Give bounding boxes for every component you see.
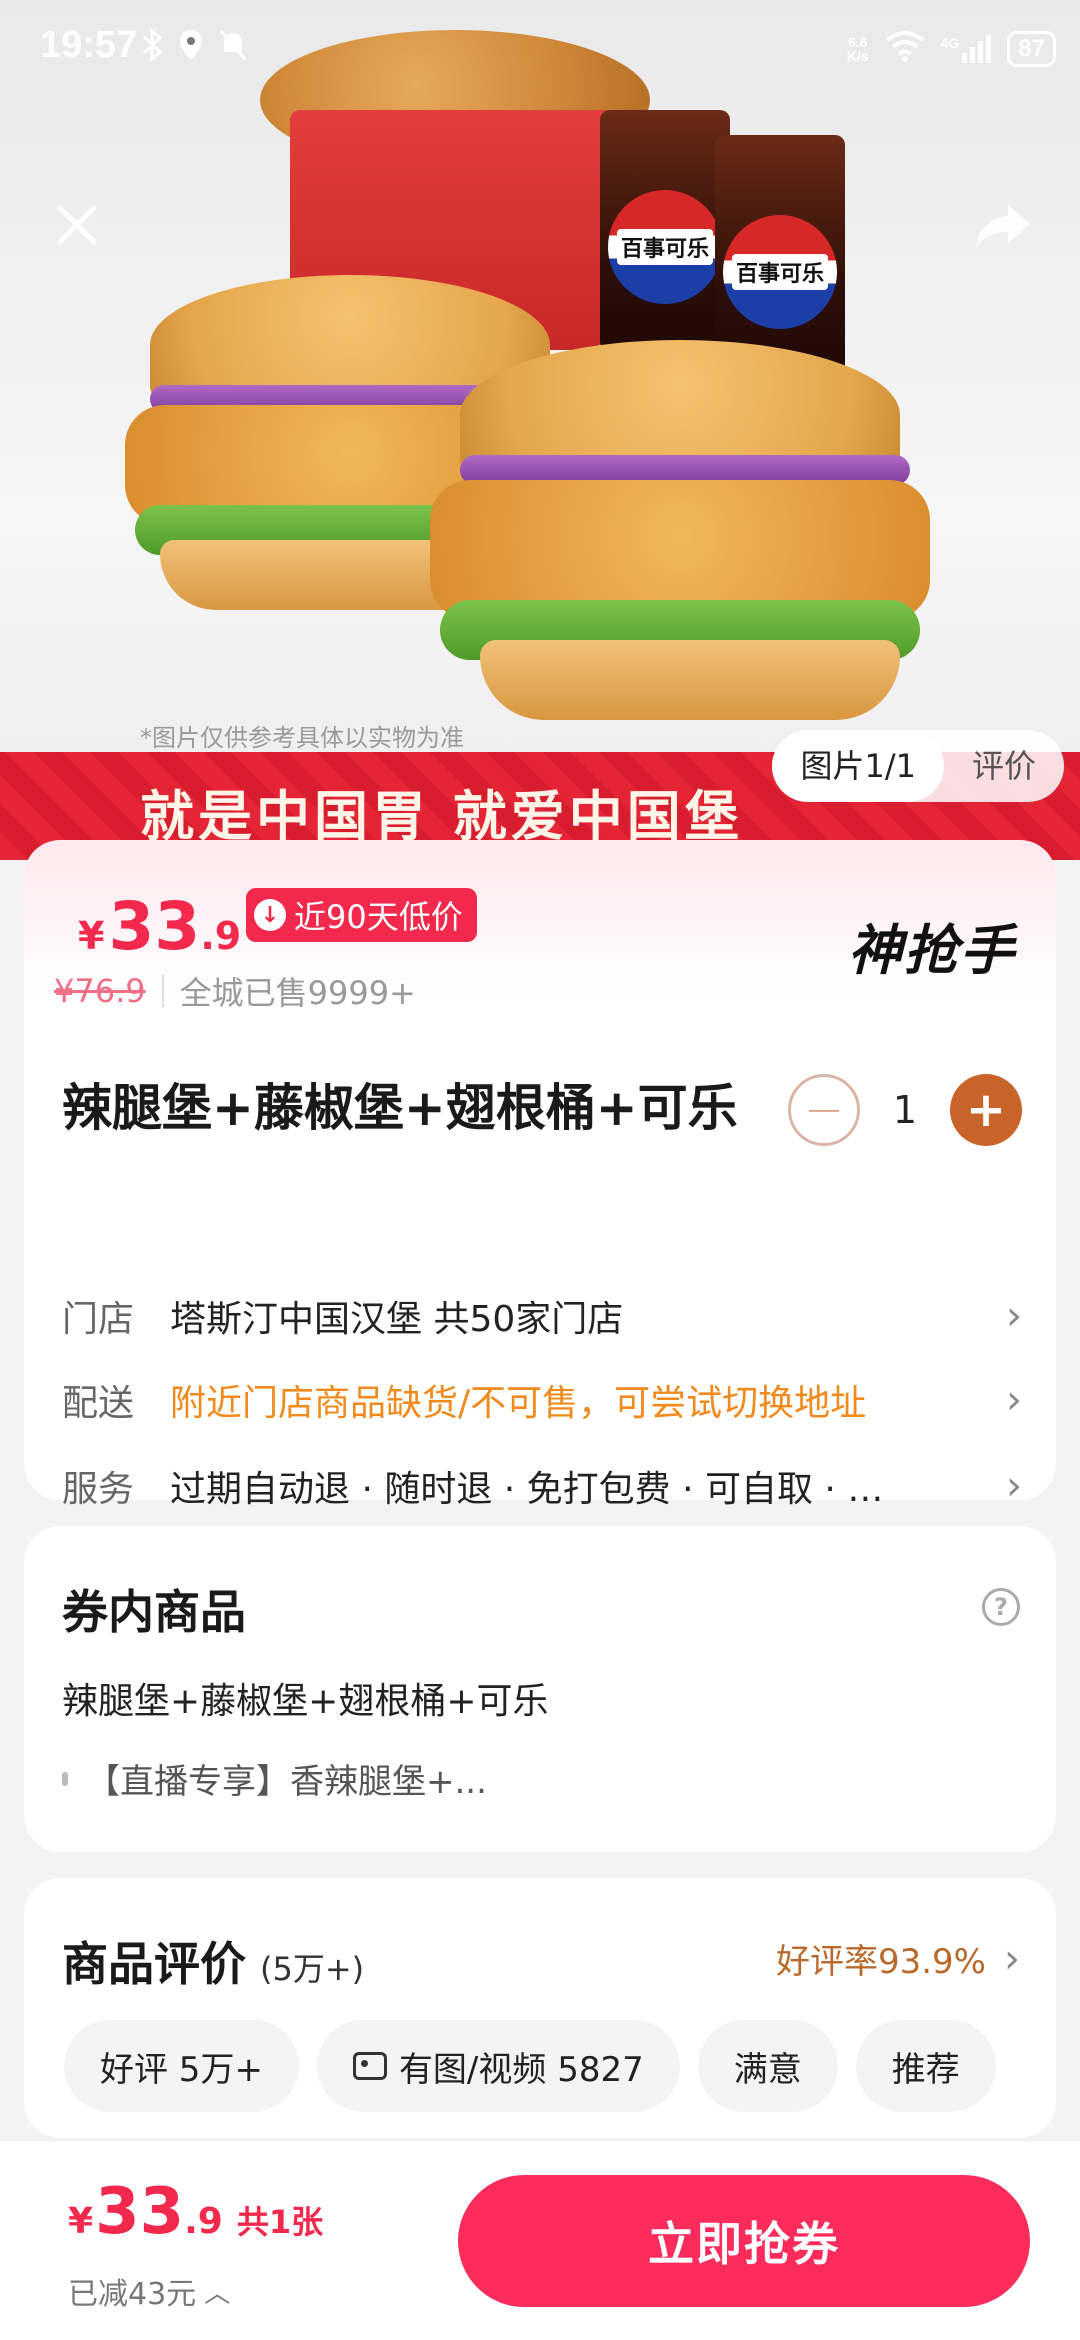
- brand-logo: 神抢手: [848, 919, 1016, 982]
- chip-with-media[interactable]: 有图/视频 5827: [316, 2020, 680, 2112]
- product-image-gallery[interactable]: 19:57 6.6 K/s 4G 87 百事可乐 百事可乐 *图片仅供参考具体以…: [0, 0, 1080, 860]
- sold-count: 全城已售9999+: [179, 974, 416, 1012]
- bluetooth-icon: [142, 27, 164, 66]
- low-price-badge: ↓ 近90天低价: [246, 888, 477, 942]
- image-icon: [352, 2052, 387, 2080]
- chevron-right-icon: ›: [1006, 1293, 1022, 1339]
- service-row[interactable]: 服务 过期自动退 · 随时退 · 免打包费 · 可自取 · … ›: [62, 1456, 1022, 1516]
- price-meta: ¥76.9 全城已售9999+: [54, 968, 416, 1014]
- store-value: 塔斯汀中国汉堡 共50家门店: [170, 1299, 624, 1340]
- service-value: 过期自动退 · 随时退 · 免打包费 · 可自取 · …: [170, 1469, 884, 1510]
- discount-detail[interactable]: 已减43元 ︿: [68, 2269, 230, 2313]
- chip-positive[interactable]: 好评 5万+: [64, 2020, 299, 2112]
- tab-images[interactable]: 图片1/1: [772, 730, 944, 802]
- total-price: ¥ 33 .9 共1张: [68, 2175, 324, 2249]
- section-title: 券内商品: [62, 1585, 246, 1639]
- quantity-stepper: − 1 +: [788, 1074, 1022, 1146]
- bottom-action-bar: ¥ 33 .9 共1张 已减43元 ︿ 立即抢券: [0, 2140, 1080, 2340]
- buy-now-button[interactable]: 立即抢券: [458, 2175, 1030, 2307]
- location-icon: [178, 28, 204, 66]
- decrease-button[interactable]: −: [788, 1074, 860, 1146]
- increase-button[interactable]: +: [950, 1074, 1022, 1146]
- chip-recommend[interactable]: 推荐: [855, 2020, 996, 2112]
- price-down-icon: ↓: [254, 899, 286, 931]
- reviews-title: 商品评价 (5万+): [62, 1937, 365, 1991]
- chevron-right-icon: ›: [1006, 1377, 1022, 1423]
- wifi-icon: [885, 30, 925, 67]
- rating-link[interactable]: 好评率93.9% ›: [776, 1934, 1020, 1983]
- delivery-value: 附近门店商品缺货/不可售，可尝试切换地址: [170, 1383, 867, 1424]
- original-price: ¥76.9: [54, 972, 146, 1010]
- status-time: 19:57: [40, 24, 138, 66]
- cellular-signal-icon: 4G: [941, 34, 992, 63]
- image-disclaimer: *图片仅供参考具体以实物为准: [140, 724, 464, 752]
- help-icon[interactable]: ?: [982, 1588, 1020, 1626]
- chip-satisfied[interactable]: 满意: [697, 2020, 838, 2112]
- review-count: (5万+): [260, 1950, 365, 1988]
- product-title: 辣腿堡+藤椒堡+翅根桶+可乐: [62, 1079, 738, 1137]
- review-filter-chips: 好评 5万+ 有图/视频 5827 满意 推荐: [64, 2020, 996, 2112]
- product-info-card: ¥ 33 .9 ↓ 近90天低价 神抢手 ¥76.9 全城已售9999+ 辣腿堡…: [24, 840, 1056, 1510]
- reviews-card: 商品评价 (5万+) 好评率93.9% › 好评 5万+ 有图/视频 5827 …: [24, 1878, 1056, 2138]
- battery-icon: 87: [1007, 30, 1056, 67]
- network-speed: 6.6 K/s: [846, 33, 869, 64]
- voucher-sub-item: 【直播专享】香辣腿堡+...: [62, 1754, 487, 1803]
- store-row[interactable]: 门店 塔斯汀中国汉堡 共50家门店 ›: [62, 1286, 1022, 1346]
- mute-icon: [218, 28, 248, 66]
- chevron-right-icon: ›: [1004, 1935, 1020, 1982]
- close-icon[interactable]: [42, 190, 112, 260]
- status-bar: 19:57 6.6 K/s 4G 87: [0, 0, 1080, 100]
- quantity-value: 1: [892, 1088, 918, 1132]
- chevron-right-icon: ›: [1006, 1463, 1022, 1509]
- tab-reviews[interactable]: 评价: [944, 730, 1064, 802]
- voucher-item: 辣腿堡+藤椒堡+翅根桶+可乐: [62, 1681, 549, 1722]
- voucher-items-card: 券内商品 ? 辣腿堡+藤椒堡+翅根桶+可乐 【直播专享】香辣腿堡+...: [24, 1526, 1056, 1852]
- chevron-up-icon: ︿: [204, 2278, 231, 2309]
- share-icon[interactable]: [968, 190, 1038, 260]
- current-price: ¥ 33 .9: [78, 888, 242, 965]
- cola-cup-image: 百事可乐: [600, 110, 730, 370]
- delivery-row[interactable]: 配送 附近门店商品缺货/不可售，可尝试切换地址 ›: [62, 1370, 1022, 1430]
- voucher-count: 共1张: [236, 2203, 324, 2241]
- gallery-tabs: 图片1/1 评价: [772, 730, 1064, 802]
